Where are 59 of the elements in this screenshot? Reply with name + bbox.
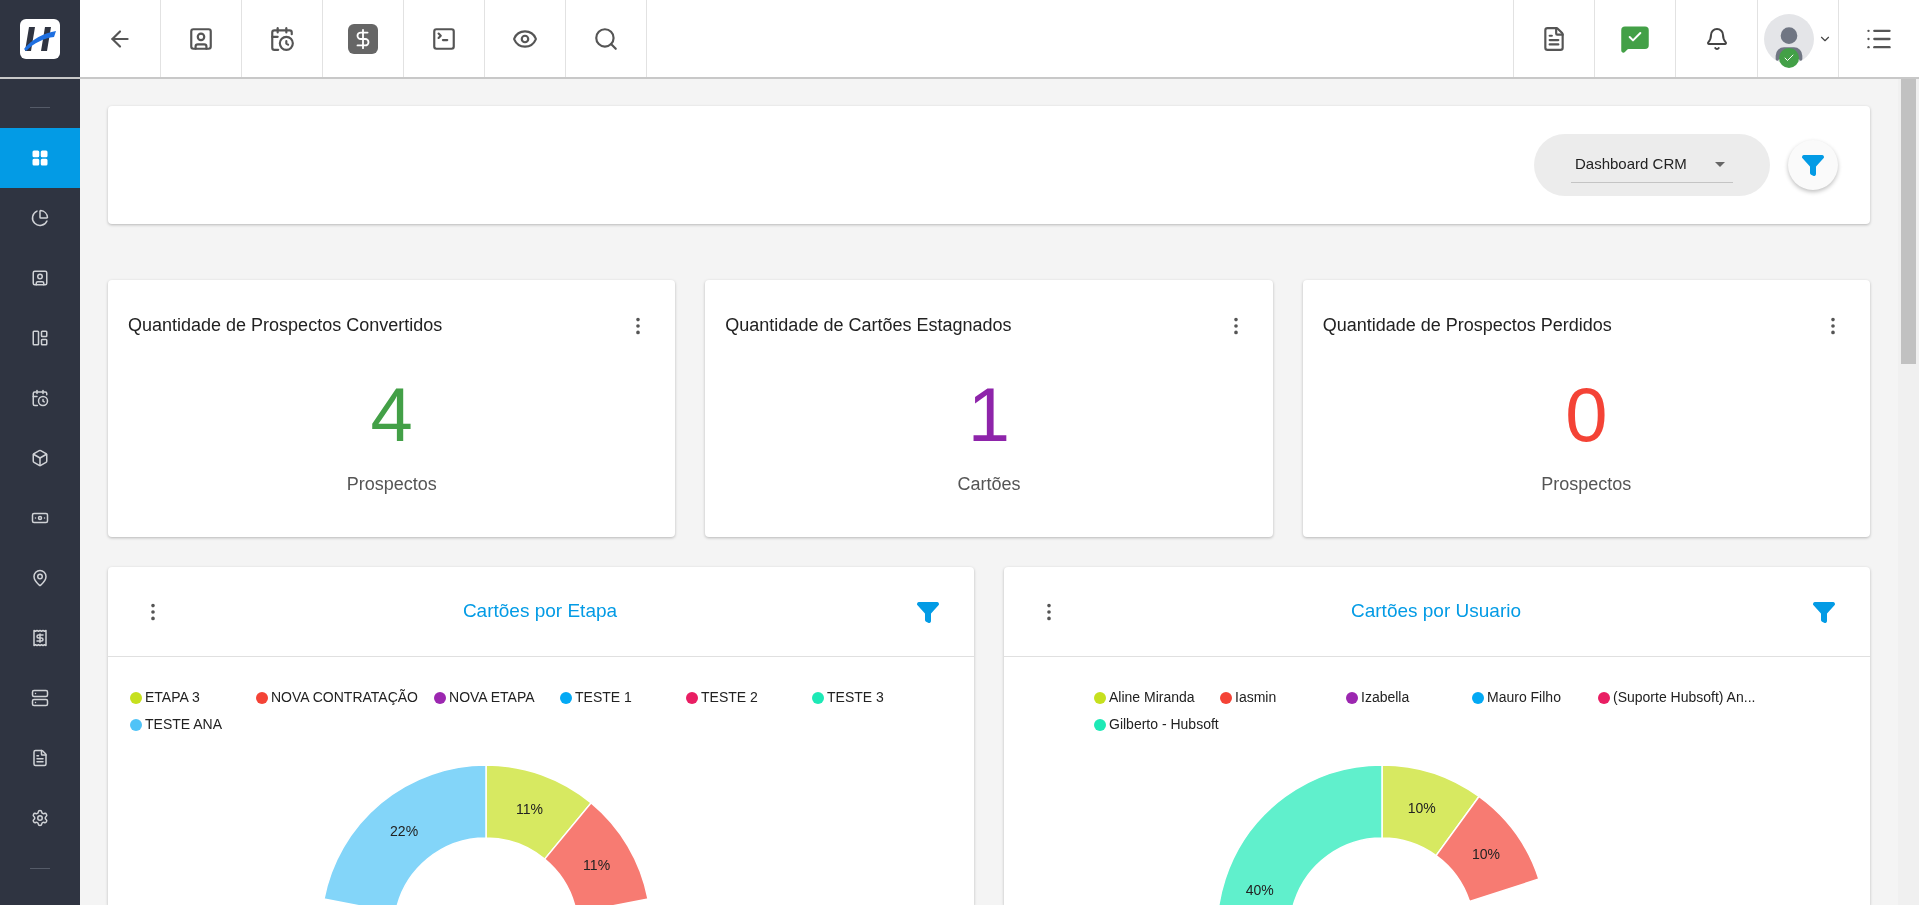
kpi-value: 4 — [369, 377, 414, 453]
slice-label: 11% — [516, 801, 543, 818]
chart-title: Cartões por Usuario — [1350, 599, 1522, 624]
scrollbar[interactable] — [1898, 79, 1919, 905]
pie-chart-icon — [31, 209, 49, 227]
chart-title: Cartões por Etapa — [461, 599, 619, 624]
dashboard-select[interactable]: Dashboard CRM — [1534, 134, 1770, 196]
server-icon — [31, 689, 49, 707]
filter-icon — [1801, 153, 1825, 177]
legend-label: Gilberto - Hubsoft — [1109, 715, 1219, 734]
legend-label: ETAPA 3 — [145, 688, 200, 707]
dropdown-caret-icon — [1715, 162, 1725, 167]
legend-label: TESTE ANA — [145, 715, 223, 734]
receipt-icon — [31, 629, 49, 647]
kpi-value: 1 — [966, 377, 1012, 453]
legend-label: TESTE 2 — [701, 688, 758, 707]
filter-button[interactable] — [1788, 140, 1838, 190]
contact-card-icon — [188, 25, 214, 52]
dollar-icon — [348, 23, 378, 54]
select-value: Dashboard CRM — [1575, 154, 1687, 175]
kpi-title: Quantidade de Prospectos Convertidos — [128, 314, 443, 337]
slice-label: 40% — [1245, 882, 1274, 899]
pdf-file-icon — [1541, 25, 1567, 52]
dashboard-grid-nav-item[interactable] — [0, 128, 80, 188]
legend-label: TESTE 3 — [827, 688, 884, 707]
map-pin-icon — [31, 569, 49, 587]
dashboard-grid-icon — [31, 149, 49, 167]
legend-label: Aline Miranda — [1109, 688, 1195, 707]
calendar-clock-icon — [269, 25, 295, 52]
kpi-unit: Prospectos — [1540, 473, 1633, 496]
scrollbar-thumb[interactable] — [1901, 79, 1916, 364]
terminal-icon — [431, 25, 457, 52]
box-icon — [31, 449, 49, 467]
legend-label: Mauro Filho — [1487, 688, 1561, 707]
legend-label: TESTE 1 — [575, 688, 632, 707]
kpi-value: 0 — [1564, 377, 1609, 453]
bell-icon — [1704, 26, 1729, 51]
slice-label: 10% — [1407, 799, 1436, 816]
filter-icon[interactable] — [916, 599, 940, 624]
contact-card-icon — [31, 269, 49, 287]
calendar-clock-icon — [31, 389, 49, 407]
kpi-unit: Prospectos — [345, 473, 438, 496]
slice-label: 11% — [583, 856, 611, 873]
slice-label: 22% — [390, 823, 419, 839]
legend-label: NOVA ETAPA — [449, 688, 535, 707]
kpi-title: Quantidade de Cartões Estagnados — [725, 314, 1012, 337]
slice-label: 10% — [1471, 846, 1500, 863]
legend-label: NOVA CONTRATAÇÃO — [271, 688, 418, 707]
search-icon — [593, 25, 619, 52]
legend-label: Iasmin — [1235, 688, 1277, 707]
board-icon — [31, 329, 49, 347]
logo-icon[interactable] — [20, 18, 60, 59]
kpi-unit: Cartões — [956, 473, 1022, 496]
document-icon — [31, 749, 49, 767]
settings-icon — [31, 809, 49, 827]
filter-icon[interactable] — [1812, 599, 1836, 624]
legend-label: (Suporte Hubsoft) An... — [1613, 688, 1756, 707]
kpi-title: Quantidade de Prospectos Perdidos — [1322, 314, 1612, 337]
legend-label: Izabella — [1361, 688, 1410, 707]
